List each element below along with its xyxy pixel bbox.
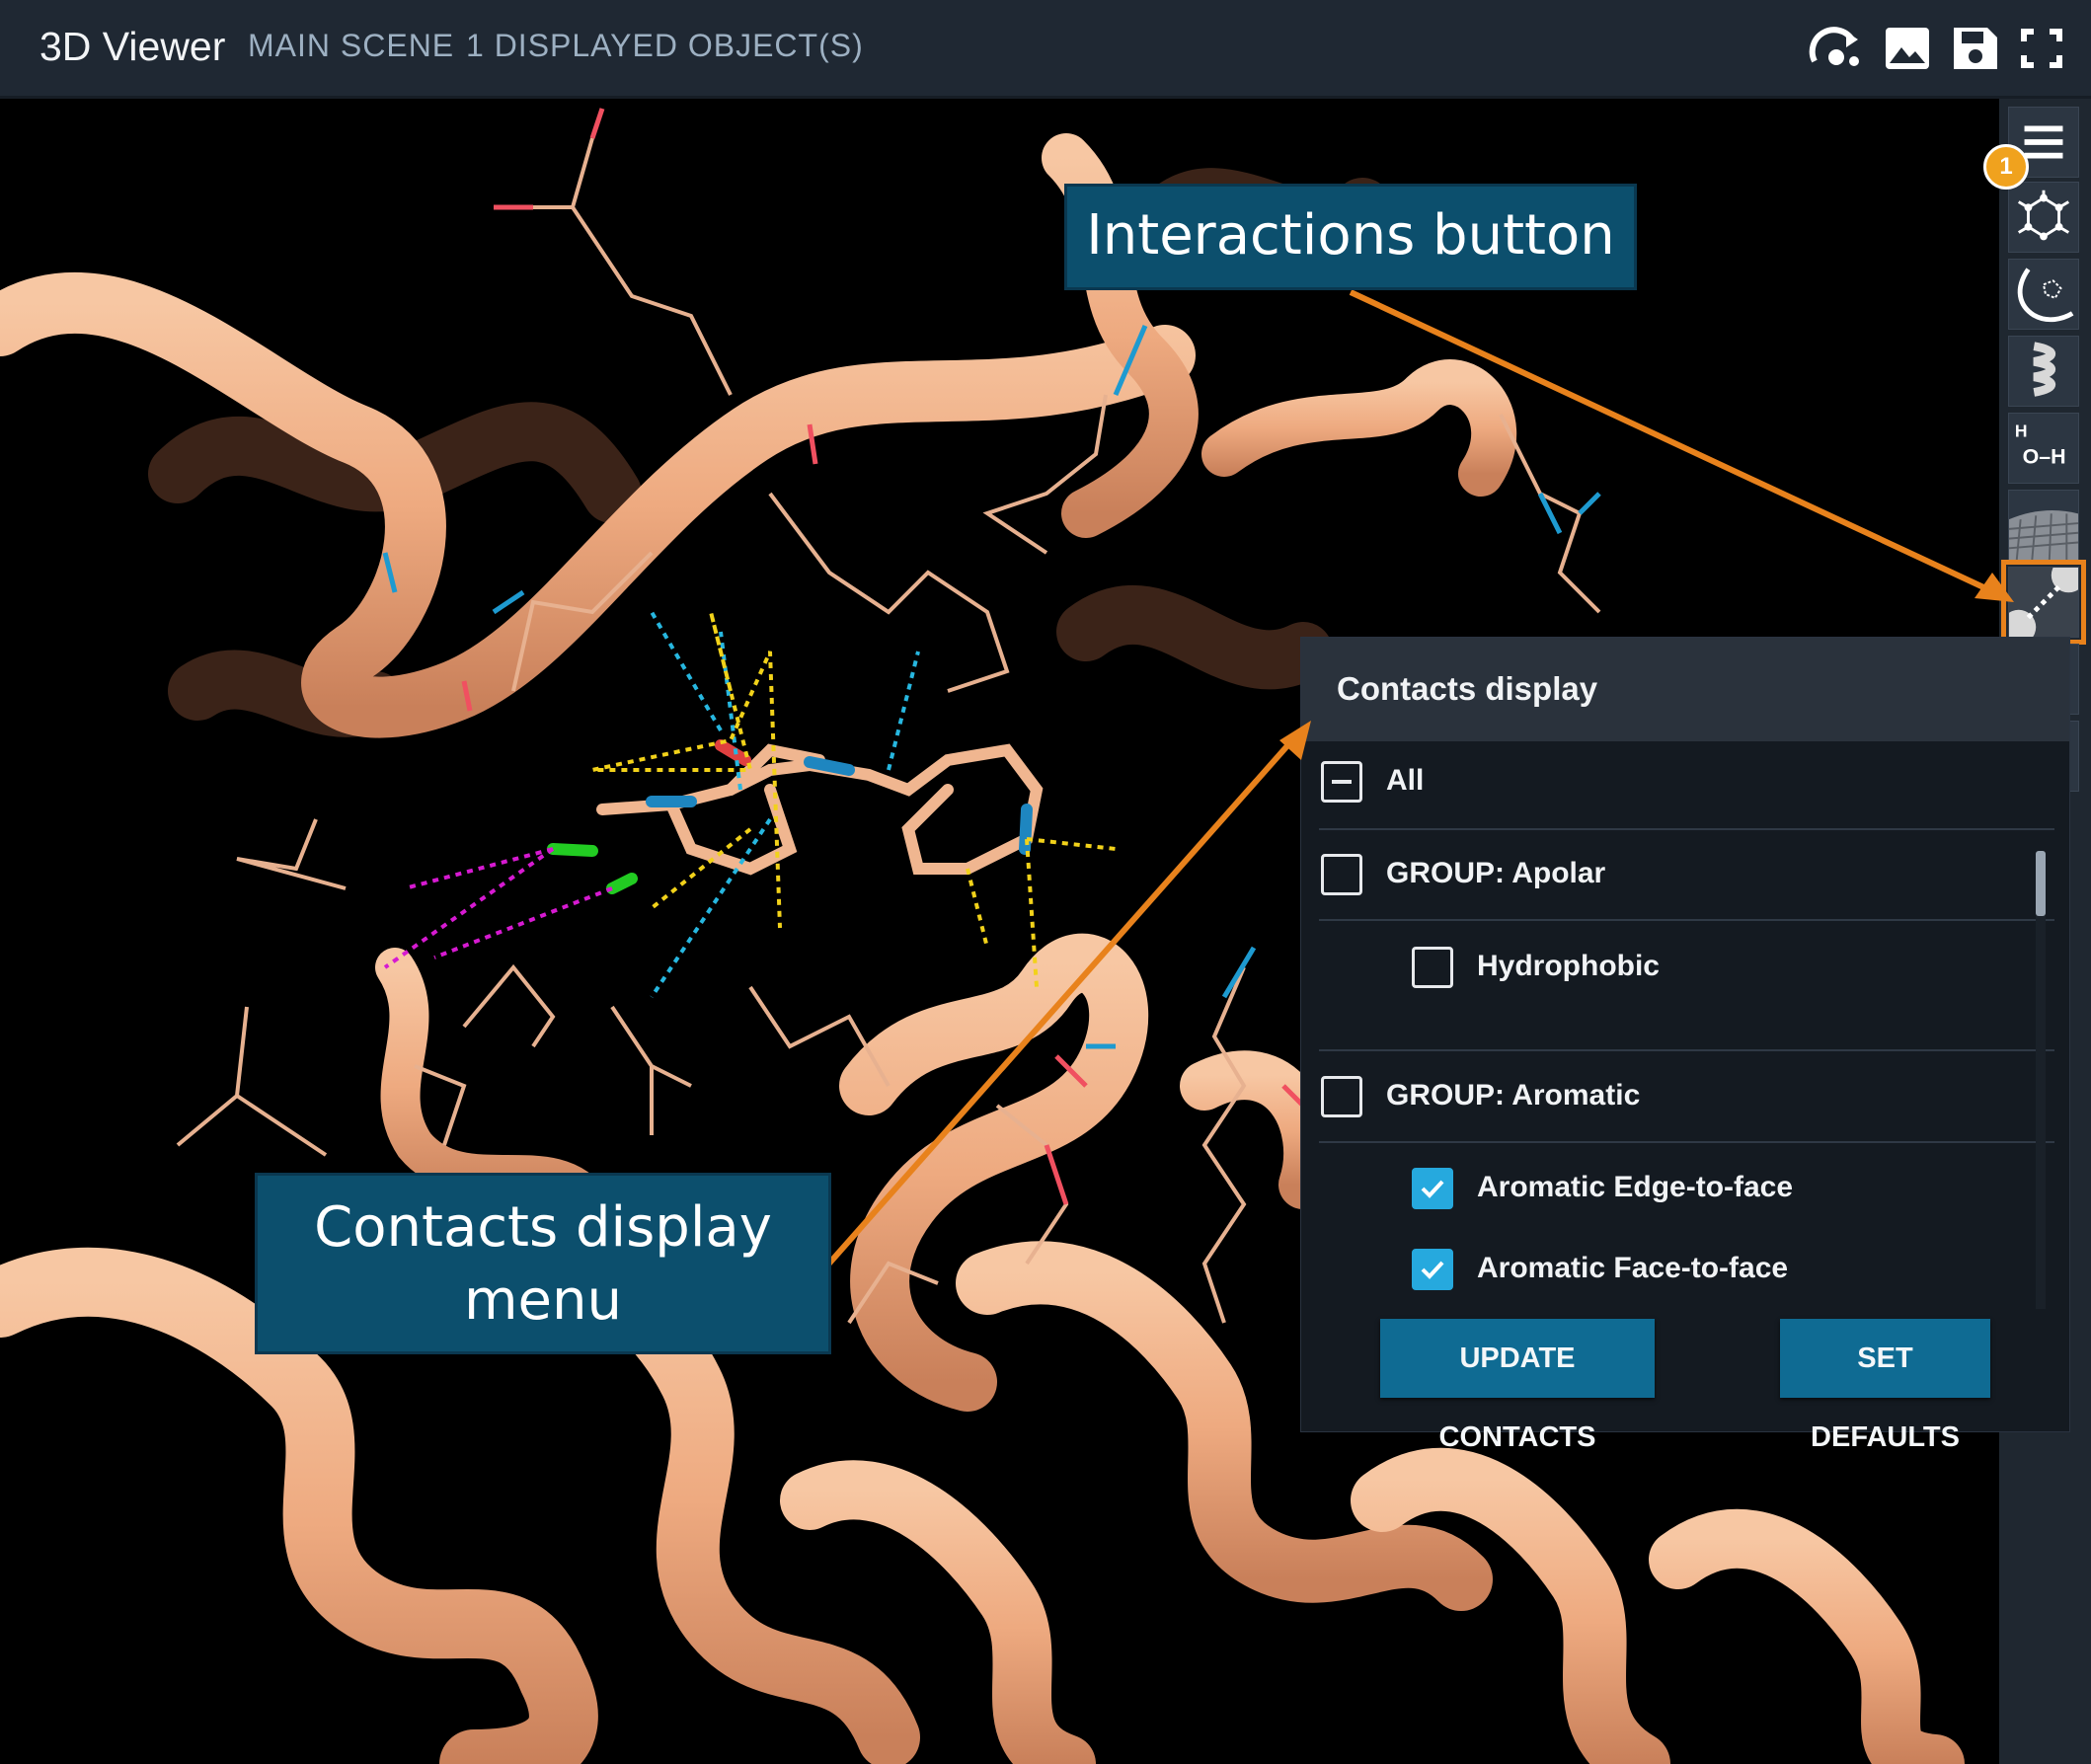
snapshot-button[interactable] [1880, 22, 1935, 75]
check-icon [1421, 1180, 1444, 1198]
interactions-button-callout: Interactions button [1064, 184, 1637, 290]
hydrogen-oh-label: O–H [2023, 445, 2066, 469]
notification-badge[interactable]: 1 [1983, 144, 2029, 190]
ligand-pocket-icon [2017, 268, 2074, 323]
set-defaults-button[interactable]: SET DEFAULTS [1780, 1319, 1990, 1453]
orbit-button[interactable] [1809, 22, 1864, 75]
app-title: 3D Viewer [39, 24, 226, 69]
save-icon [1954, 28, 1997, 69]
scene-label[interactable]: MAIN SCENE [248, 28, 454, 64]
option-label-aromatic-face-to-face[interactable]: Aromatic Face-to-face [1477, 1252, 1788, 1285]
divider [1319, 919, 2054, 921]
fullscreen-button[interactable] [2014, 22, 2069, 75]
hydrogens-button[interactable]: H O–H [2008, 413, 2079, 484]
checkbox-hydrophobic[interactable] [1412, 947, 1453, 988]
divider [1319, 1141, 2054, 1143]
orbit-icon [1809, 27, 1859, 66]
divider [1319, 828, 2054, 830]
contacts-panel-title: Contacts display [1337, 670, 1598, 707]
displayed-objects-label[interactable]: 1 DISPLAYED OBJECT(S) [466, 28, 864, 64]
option-label-group-aromatic[interactable]: GROUP: Aromatic [1386, 1079, 1640, 1112]
checkbox-group-aromatic[interactable] [1321, 1076, 1362, 1117]
check-icon [1421, 1261, 1444, 1279]
interactions-button[interactable] [2001, 558, 2086, 645]
pocket-button[interactable] [2008, 259, 2079, 330]
image-icon [1886, 28, 1929, 69]
option-label-hydrophobic[interactable]: Hydrophobic [1477, 950, 1660, 983]
save-button[interactable] [1948, 22, 2003, 75]
divider [1319, 1049, 2054, 1051]
checkbox-aromatic-edge-to-face[interactable] [1412, 1168, 1453, 1209]
update-contacts-button[interactable]: UPDATE CONTACTS [1380, 1319, 1655, 1453]
checkbox-all[interactable] [1321, 761, 1362, 803]
checkbox-aromatic-face-to-face[interactable] [1412, 1249, 1453, 1290]
options-scrollbar-track[interactable] [2036, 855, 2046, 1309]
contacts-menu-callout: Contacts display menu [255, 1173, 831, 1354]
checkbox-group-apolar[interactable] [1321, 854, 1362, 895]
viewer-window: 3D Viewer MAIN SCENE 1 DISPLAYED OBJECT(… [0, 0, 2091, 1764]
option-label-aromatic-edge-to-face[interactable]: Aromatic Edge-to-face [1477, 1171, 1793, 1204]
contacts-display-panel: Contacts display All GROUP: Apolar Hydro… [1301, 638, 2069, 1453]
helix-icon [2033, 342, 2056, 397]
contacts-panel-header: Contacts display [1301, 638, 2069, 741]
ligand [547, 739, 1044, 894]
indeterminate-icon [1332, 780, 1352, 784]
hydrogen-h-label: H [2015, 421, 2028, 440]
interactions-icon [2001, 558, 2086, 645]
ribbon-button[interactable] [2008, 336, 2079, 407]
viewer-header: 3D Viewer MAIN SCENE 1 DISPLAYED OBJECT(… [0, 0, 2091, 99]
molecule-style-button[interactable] [2008, 182, 2079, 253]
surface-button[interactable] [2008, 490, 2079, 561]
option-label-all[interactable]: All [1386, 764, 1424, 798]
option-label-group-apolar[interactable]: GROUP: Apolar [1386, 857, 1605, 890]
options-scrollbar-thumb[interactable] [2036, 851, 2046, 916]
molecule-icon [2017, 190, 2070, 241]
hydrogen-icon: H O–H [2015, 421, 2066, 469]
surface-icon [2008, 510, 2079, 561]
fullscreen-icon [2021, 29, 2062, 68]
